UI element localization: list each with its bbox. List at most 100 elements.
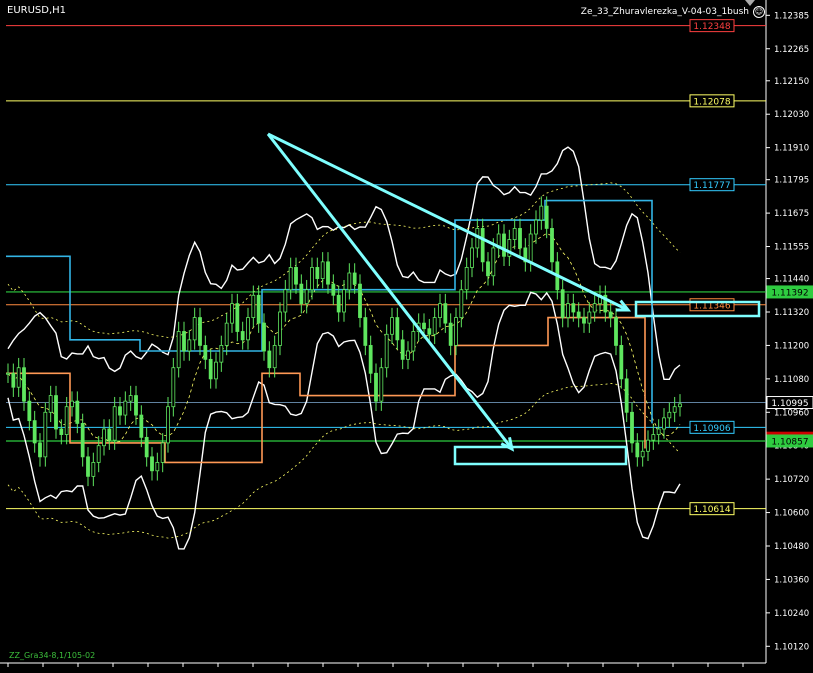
candle-body: [48, 395, 53, 413]
y-tick-label: 1.11555: [774, 243, 809, 253]
candle-body: [262, 322, 266, 352]
candle-body: [502, 233, 506, 257]
symbol-label: EURUSD,H1: [7, 5, 67, 16]
candle-body: [512, 228, 517, 240]
y-tick-label: 1.12265: [774, 45, 809, 55]
candle-body: [422, 322, 426, 330]
candle-body: [256, 294, 261, 324]
candle-body: [411, 331, 416, 352]
candle-body: [470, 247, 474, 268]
y-tick-label: 1.10720: [774, 475, 809, 485]
y-tick-label: 1.10600: [774, 509, 809, 519]
candle-body: [294, 267, 298, 285]
candle-body: [112, 406, 117, 441]
candle-body: [608, 311, 613, 318]
candle-body: [368, 345, 373, 374]
y-tick-label: 1.10120: [774, 642, 809, 652]
candle-body: [518, 228, 522, 249]
candle-body: [395, 317, 400, 341]
y-tick-label: 1.11200: [774, 341, 809, 351]
candle-body: [672, 406, 677, 413]
candle-body: [566, 303, 570, 318]
candle-body: [192, 317, 197, 341]
collapse-arrow-icon[interactable]: [745, 0, 755, 6]
candle-body: [491, 247, 496, 277]
candle-body: [208, 358, 213, 380]
y-tick-label: 1.10480: [774, 542, 809, 552]
indicator-footer-label: ZZ_Gra34-8,1/105-02: [9, 651, 96, 660]
level-label: 1.11777: [693, 181, 730, 191]
candle-body: [336, 294, 341, 313]
candle-body: [214, 361, 218, 380]
candle-body: [59, 428, 64, 435]
candle-body: [310, 267, 314, 291]
candle-body: [70, 400, 74, 408]
candle-body: [6, 372, 10, 375]
candle-body: [107, 428, 112, 441]
candle-body: [576, 311, 581, 318]
price-tag-label: 1.10857: [771, 437, 808, 447]
candle-body: [80, 423, 85, 458]
candle-body: [54, 395, 58, 430]
candle-body: [358, 283, 362, 318]
candle-body: [102, 428, 106, 447]
candle-body: [390, 317, 394, 335]
candle-body: [240, 331, 245, 341]
y-tick-label: 1.11440: [774, 275, 809, 285]
candle-body: [646, 439, 650, 452]
candle-body: [635, 442, 640, 458]
candle-body: [326, 261, 330, 285]
candle-body: [640, 450, 645, 458]
candle-body: [630, 411, 634, 444]
price-tag-label: 1.11392: [771, 288, 808, 298]
candle-body: [203, 345, 208, 360]
candle-body: [400, 339, 405, 360]
candle-body: [187, 339, 192, 352]
candle-body: [22, 367, 26, 402]
candle-body: [144, 436, 149, 458]
candle-body: [230, 303, 234, 324]
candle-body: [198, 317, 202, 346]
expert-label[interactable]: Ze_33_Zhuravlerezka_V-04-03_1bush ☺: [581, 6, 765, 18]
candle-body: [11, 372, 16, 388]
candle-body: [139, 414, 144, 438]
y-tick-label: 1.12150: [774, 77, 809, 87]
candle-body: [176, 331, 181, 369]
level-label: 1.10906: [693, 424, 730, 434]
y-tick-label: 1.10240: [774, 609, 809, 619]
candle-body: [320, 261, 325, 279]
y-tick-label: 1.11320: [774, 308, 809, 318]
price-chart[interactable]: 1.12385 1.12265 1.12150 1.12030 1.11910 1.117…: [0, 0, 813, 673]
candle-body: [128, 395, 133, 402]
candle-body: [267, 350, 272, 369]
candle-body: [587, 311, 592, 324]
candle-body: [16, 367, 21, 388]
candle-body: [438, 303, 442, 318]
candle-body: [528, 233, 533, 263]
candle-body: [347, 272, 352, 291]
candle-body: [379, 367, 384, 402]
candle-body: [43, 411, 48, 458]
level-label: 1.10614: [693, 505, 730, 515]
candle-body: [374, 372, 378, 402]
candle-body: [363, 317, 368, 346]
candle-body: [667, 411, 672, 419]
candle-body: [64, 406, 69, 435]
candle-body: [582, 317, 586, 324]
candle-body: [171, 367, 176, 408]
candle-body: [283, 289, 288, 313]
candle-body: [432, 317, 437, 335]
candle-body: [592, 303, 597, 313]
candle-body: [406, 350, 410, 360]
y-tick-label: 1.12385: [774, 11, 809, 21]
candle-body: [534, 219, 538, 235]
y-tick-label: 1.11795: [774, 176, 809, 186]
y-tick-label: 1.10960: [774, 408, 809, 418]
candle-body: [155, 462, 160, 472]
candle-body: [464, 267, 469, 291]
candle-body: [123, 400, 128, 416]
candle-body: [251, 294, 256, 318]
candle-body: [288, 267, 293, 291]
candle-body: [150, 456, 154, 472]
y-tick-label: 1.11080: [774, 375, 809, 385]
